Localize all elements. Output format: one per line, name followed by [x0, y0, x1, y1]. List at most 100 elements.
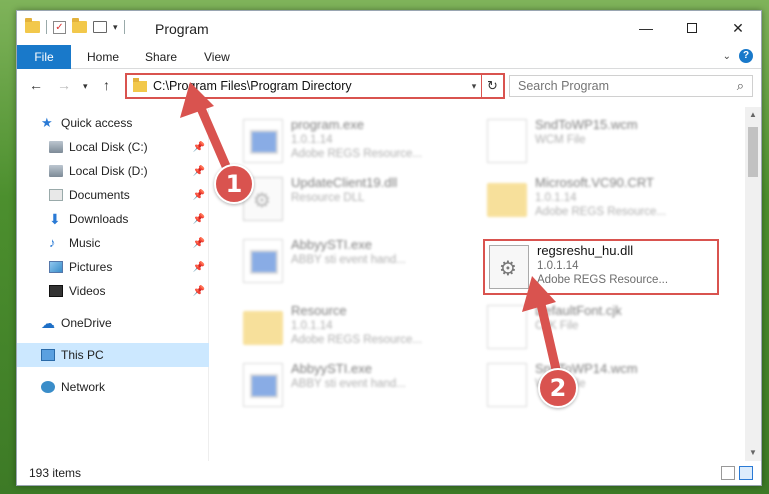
file-name: AbbyySTI.exe	[291, 361, 372, 376]
file-name: SndToWP15.wcm	[535, 117, 638, 132]
search-icon[interactable]: ⌕	[737, 78, 744, 94]
file-type: CJK File	[535, 320, 579, 332]
file-item-sndtowp14[interactable]: SndToWP14.wcmWCM File	[483, 359, 719, 415]
tab-home[interactable]: Home	[77, 45, 129, 69]
ribbon-tabs: File Home Share View ⌄ ?	[17, 45, 761, 69]
videos-icon	[49, 285, 63, 297]
network-icon	[41, 381, 55, 393]
search-input[interactable]	[518, 79, 718, 93]
pin-icon[interactable]: 📌	[193, 238, 205, 249]
exe-file-icon	[243, 363, 283, 407]
pin-icon[interactable]: 📌	[193, 166, 205, 177]
refresh-button[interactable]: ↻	[481, 75, 503, 97]
file-item-updateclient19[interactable]: UpdateClient19.dll Resource DLL	[239, 173, 475, 229]
sidebar-item-this-pc[interactable]: This PC	[17, 343, 209, 367]
pin-icon[interactable]: 📌	[193, 214, 205, 225]
sidebar-item-label: Quick access	[61, 116, 133, 130]
vertical-scrollbar[interactable]: ▲ ▼	[745, 107, 761, 461]
sidebar-item-quick-access[interactable]: ★ Quick access	[17, 111, 209, 135]
file-item-abbyysti[interactable]: AbbyySTI.exe ABBY sti event hand...	[239, 235, 475, 291]
sidebar-item-local-disk-d[interactable]: Local Disk (D:) 📌	[17, 159, 209, 183]
sidebar-item-pictures[interactable]: Pictures 📌	[17, 255, 209, 279]
window-title: Program	[155, 21, 209, 37]
pc-icon	[41, 349, 55, 361]
sidebar-item-network[interactable]: Network	[17, 375, 209, 399]
customize-icon[interactable]	[93, 21, 107, 33]
exe-file-icon	[243, 239, 283, 283]
details-view-icon[interactable]	[721, 466, 735, 480]
sidebar-item-label: Music	[69, 236, 101, 250]
sidebar-item-music[interactable]: ♪ Music 📌	[17, 231, 209, 255]
help-icon[interactable]: ?	[739, 49, 753, 63]
file-item-microsoft-vc90-crt[interactable]: Microsoft.VC90.CRT 1.0.1.14 Adobe REGS Res…	[483, 173, 719, 229]
title-bar: ✓ ▾ Program — ✕	[17, 11, 761, 45]
file-item-regsreshu-hu-dll[interactable]: regsreshu_hu.dll 1.0.1.14 Adobe REGS Resou…	[483, 239, 719, 295]
file-name: DefaultFont.cjk	[535, 303, 622, 318]
toolbar-divider	[123, 20, 125, 34]
new-folder-icon[interactable]	[72, 18, 87, 33]
forward-button[interactable]: →	[57, 77, 71, 93]
tiles-view-icon[interactable]	[739, 466, 753, 480]
item-count: 193 items	[29, 466, 82, 480]
scroll-thumb[interactable]	[748, 127, 758, 177]
music-icon: ♪	[49, 235, 56, 250]
file-item-resource[interactable]: Resource 1.0.1.14 Adobe REGS Resource...	[239, 301, 475, 357]
file-name: Resource	[291, 303, 347, 318]
tab-file[interactable]: File	[17, 45, 71, 69]
properties-check-icon[interactable]: ✓	[53, 20, 66, 34]
sidebar-item-downloads[interactable]: ⬇ Downloads 📌	[17, 207, 209, 231]
pictures-icon	[49, 261, 63, 273]
sidebar-item-documents[interactable]: Documents 📌	[17, 183, 209, 207]
tab-view[interactable]: View	[194, 45, 240, 69]
scroll-down-icon[interactable]: ▼	[745, 445, 761, 461]
file-item-defaultfont[interactable]: DefaultFont.cjk CJK File	[483, 301, 719, 357]
address-path[interactable]: C:\Program Files\Program Directory	[153, 79, 467, 93]
file-version: 1.0.1.14	[291, 320, 333, 332]
file-type: Resource DLL	[291, 192, 365, 204]
file-icon	[487, 363, 527, 407]
minimize-button[interactable]: —	[623, 11, 669, 45]
file-item-sndtowp15[interactable]: SndToWP15.wcm WCM File	[483, 115, 719, 171]
explorer-window: ✓ ▾ Program — ✕ File Home Share View ⌄ ?…	[16, 10, 762, 486]
search-box[interactable]: ⌕	[509, 75, 753, 97]
scroll-up-icon[interactable]: ▲	[745, 107, 761, 123]
sidebar-item-label: Local Disk (D:)	[69, 164, 148, 178]
file-description: Adobe REGS Resource...	[291, 334, 423, 346]
maximize-button[interactable]	[669, 11, 715, 45]
address-bar[interactable]: C:\Program Files\Program Directory ▾ ↻	[125, 73, 505, 99]
pin-icon[interactable]: 📌	[193, 286, 205, 297]
sidebar-item-label: This PC	[61, 348, 104, 362]
file-description: Adobe REGS Resource...	[537, 274, 669, 286]
sidebar-item-label: Local Disk (C:)	[69, 140, 148, 154]
sidebar-item-videos[interactable]: Videos 📌	[17, 279, 209, 303]
navigation-pane: ★ Quick access Local Disk (C:) 📌 Local D…	[17, 109, 209, 461]
pin-icon[interactable]: 📌	[193, 142, 205, 153]
dll-file-icon	[489, 245, 529, 289]
tab-share[interactable]: Share	[135, 45, 187, 69]
sidebar-item-onedrive[interactable]: ☁ OneDrive	[17, 311, 209, 335]
file-name: AbbyySTI.exe	[291, 237, 372, 252]
view-toggle	[721, 466, 753, 480]
file-description: Adobe REGS Resource...	[535, 206, 667, 218]
star-icon: ★	[41, 115, 53, 130]
close-button[interactable]: ✕	[715, 11, 761, 45]
file-description: ABBY sti event hand...	[291, 254, 406, 266]
disk-icon	[49, 141, 63, 153]
sidebar-item-local-disk-c[interactable]: Local Disk (C:) 📌	[17, 135, 209, 159]
file-version: 1.0.1.14	[537, 260, 579, 272]
pin-icon[interactable]: 📌	[193, 190, 205, 201]
recent-locations-button[interactable]: ▾	[83, 81, 88, 92]
up-button[interactable]: ↑	[103, 77, 110, 93]
exe-file-icon	[243, 119, 283, 163]
pin-icon[interactable]: 📌	[193, 262, 205, 273]
status-bar: 193 items	[17, 461, 761, 485]
sidebar-item-label: Network	[61, 380, 106, 394]
chevron-down-icon[interactable]: ▾	[113, 22, 118, 33]
back-button[interactable]: ←	[29, 77, 43, 93]
onedrive-icon: ☁	[41, 315, 55, 331]
documents-icon	[49, 189, 63, 201]
file-item-program-exe[interactable]: program.exe 1.0.1.14 Adobe REGS Resource..…	[239, 115, 475, 171]
expand-ribbon-icon[interactable]: ⌄	[723, 51, 731, 62]
chevron-down-icon[interactable]: ▾	[467, 81, 481, 92]
file-item-abbyysti-2[interactable]: AbbyySTI.exe ABBY sti event hand...	[239, 359, 475, 415]
